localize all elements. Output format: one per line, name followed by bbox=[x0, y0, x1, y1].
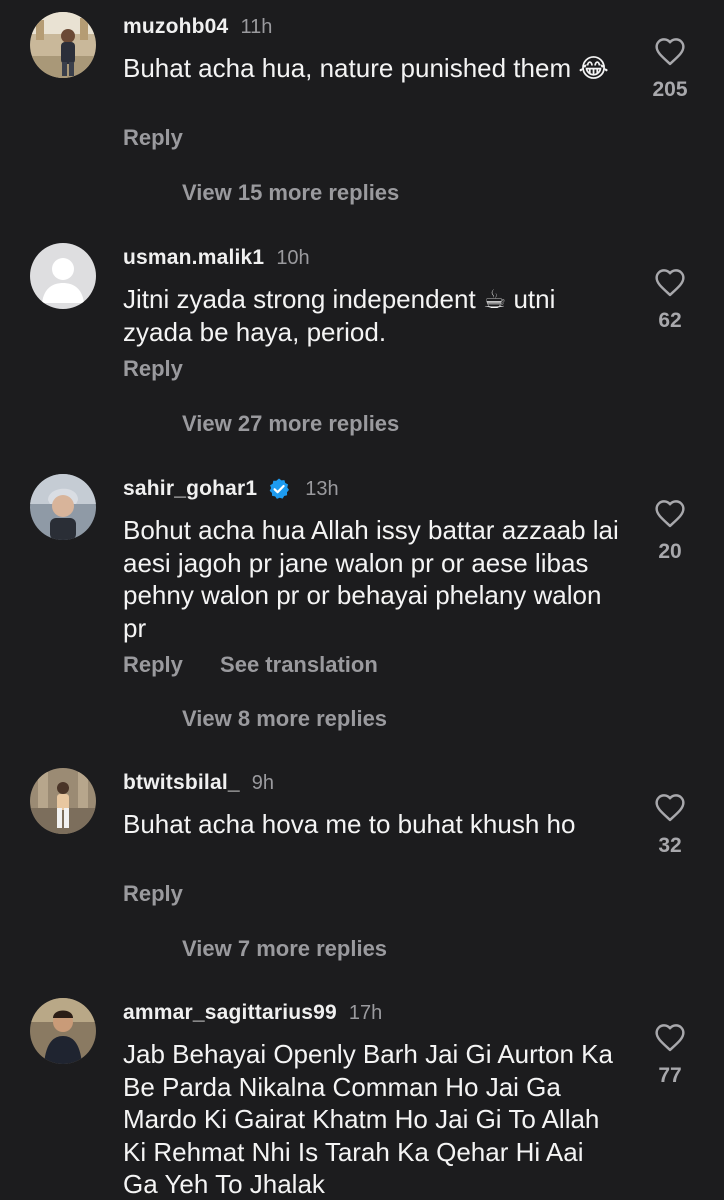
comment-actions: Reply bbox=[123, 356, 183, 382]
reply-button[interactable]: Reply bbox=[123, 125, 183, 150]
like-button[interactable]: 32 bbox=[640, 792, 700, 858]
heart-icon[interactable] bbox=[653, 792, 687, 822]
comment-item: usman.malik1 10h Jitni zyada strong inde… bbox=[0, 243, 724, 443]
heart-icon[interactable] bbox=[653, 498, 687, 528]
like-count: 77 bbox=[658, 1064, 682, 1087]
like-button[interactable]: 20 bbox=[640, 498, 700, 564]
comment-item: ammar_sagittarius99 17h Jab Behayai Open… bbox=[0, 998, 724, 1200]
comment-text: Buhat acha hova me to buhat khush ho bbox=[123, 809, 576, 839]
avatar[interactable] bbox=[30, 474, 96, 540]
view-more-replies[interactable]: View 7 more replies bbox=[182, 936, 387, 962]
like-count: 32 bbox=[658, 834, 682, 857]
see-translation-button[interactable]: See translation bbox=[220, 652, 378, 677]
avatar[interactable] bbox=[30, 12, 96, 78]
like-count: 20 bbox=[658, 540, 682, 563]
view-more-replies[interactable]: View 27 more replies bbox=[182, 411, 399, 437]
comment-header: btwitsbilal_ 9h bbox=[123, 768, 274, 798]
comment-header: ammar_sagittarius99 17h bbox=[123, 998, 382, 1028]
comment-item: btwitsbilal_ 9h Buhat acha hova me to bu… bbox=[0, 768, 724, 968]
heart-icon[interactable] bbox=[653, 1022, 687, 1052]
avatar[interactable] bbox=[30, 768, 96, 834]
timestamp: 11h bbox=[240, 15, 273, 38]
view-more-replies[interactable]: View 15 more replies bbox=[182, 180, 399, 206]
comment-header: sahir_gohar1 13h bbox=[123, 474, 339, 504]
comment-header: muzohb04 11h bbox=[123, 12, 272, 42]
reply-button[interactable]: Reply bbox=[123, 652, 183, 677]
heart-icon[interactable] bbox=[653, 36, 687, 66]
comment-text: Jab Behayai Openly Barh Jai Gi Aurton Ka… bbox=[123, 1039, 613, 1199]
default-avatar-icon[interactable] bbox=[30, 243, 96, 309]
like-button[interactable]: 205 bbox=[640, 36, 700, 102]
comment-actions: Reply bbox=[123, 125, 183, 151]
username[interactable]: muzohb04 bbox=[123, 15, 228, 39]
timestamp: 9h bbox=[251, 771, 275, 794]
comment-item: muzohb04 11h Buhat acha hua, nature puni… bbox=[0, 12, 724, 212]
timestamp: 17h bbox=[348, 1001, 383, 1024]
timestamp: 13h bbox=[305, 477, 339, 500]
comment-actions: Reply See translation bbox=[123, 652, 378, 678]
username[interactable]: ammar_sagittarius99 bbox=[123, 1001, 337, 1025]
comment-text: Bohut acha hua Allah issy battar azzaab … bbox=[123, 515, 619, 643]
comment-actions: Reply bbox=[123, 881, 183, 907]
comment-text: Jitni zyada strong independent ☕ utni zy… bbox=[123, 284, 556, 347]
like-button[interactable]: 62 bbox=[640, 267, 700, 333]
username[interactable]: btwitsbilal_ bbox=[123, 771, 240, 795]
like-count: 205 bbox=[652, 78, 688, 101]
username[interactable]: usman.malik1 bbox=[123, 246, 264, 270]
verified-badge-icon bbox=[269, 478, 290, 499]
heart-icon[interactable] bbox=[653, 267, 687, 297]
comment-item: sahir_gohar1 13h Bohut acha hua Allah is… bbox=[0, 474, 724, 734]
like-count: 62 bbox=[658, 309, 682, 332]
comment-header: usman.malik1 10h bbox=[123, 243, 310, 273]
timestamp: 10h bbox=[276, 246, 310, 269]
comment-text: Buhat acha hua, nature punished them 😂 bbox=[123, 53, 609, 83]
like-button[interactable]: 77 bbox=[640, 1022, 700, 1088]
reply-button[interactable]: Reply bbox=[123, 881, 183, 906]
username[interactable]: sahir_gohar1 bbox=[123, 477, 257, 501]
reply-button[interactable]: Reply bbox=[123, 356, 183, 381]
avatar[interactable] bbox=[30, 998, 96, 1064]
view-more-replies[interactable]: View 8 more replies bbox=[182, 706, 387, 732]
